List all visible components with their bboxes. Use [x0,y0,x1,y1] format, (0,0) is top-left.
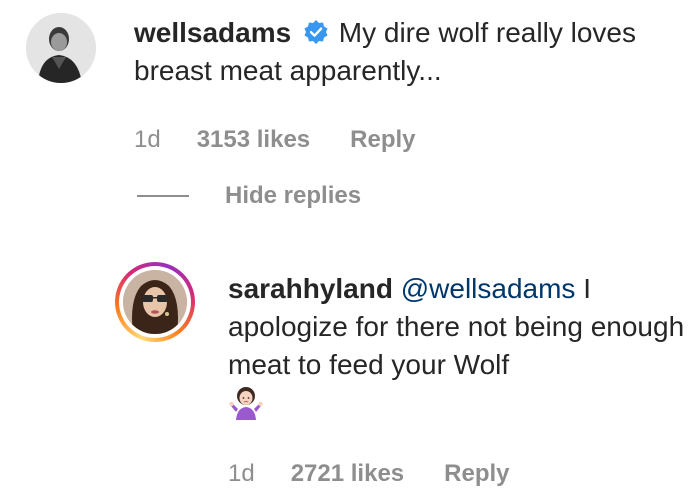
person-shrugging-emoji [229,387,263,420]
mention-link[interactable]: @wellsadams [401,273,576,304]
profile-photo [123,270,187,334]
avatar-sarahhyland [123,270,187,334]
replies-divider-line [137,195,189,197]
verified-badge-icon [304,20,328,44]
comment-likes[interactable]: 3153 likes [197,126,310,154]
hide-replies-label[interactable]: Hide replies [225,182,361,210]
comment-username[interactable]: sarahhyland [228,273,393,304]
profile-photo [26,13,96,83]
comment-timestamp[interactable]: 1d [228,460,255,488]
reply-comment-body: sarahhyland @wellsadams I apologize for … [228,270,688,424]
reply-button[interactable]: Reply [350,126,415,154]
reply-button[interactable]: Reply [444,460,509,488]
reply-comment-meta: 1d 2721 likes Reply [228,460,510,488]
comment-timestamp[interactable]: 1d [134,126,161,154]
comment-body: wellsadams My dire wolf really loves bre… [134,14,694,90]
comment-likes[interactable]: 2721 likes [291,460,404,488]
comment-username[interactable]: wellsadams [134,17,291,48]
hide-replies-toggle[interactable]: Hide replies [137,182,361,210]
avatar-sarahhyland-story-ring[interactable] [115,262,195,342]
avatar-wellsadams[interactable] [26,13,96,83]
comment-meta: 1d 3153 likes Reply [134,126,416,154]
